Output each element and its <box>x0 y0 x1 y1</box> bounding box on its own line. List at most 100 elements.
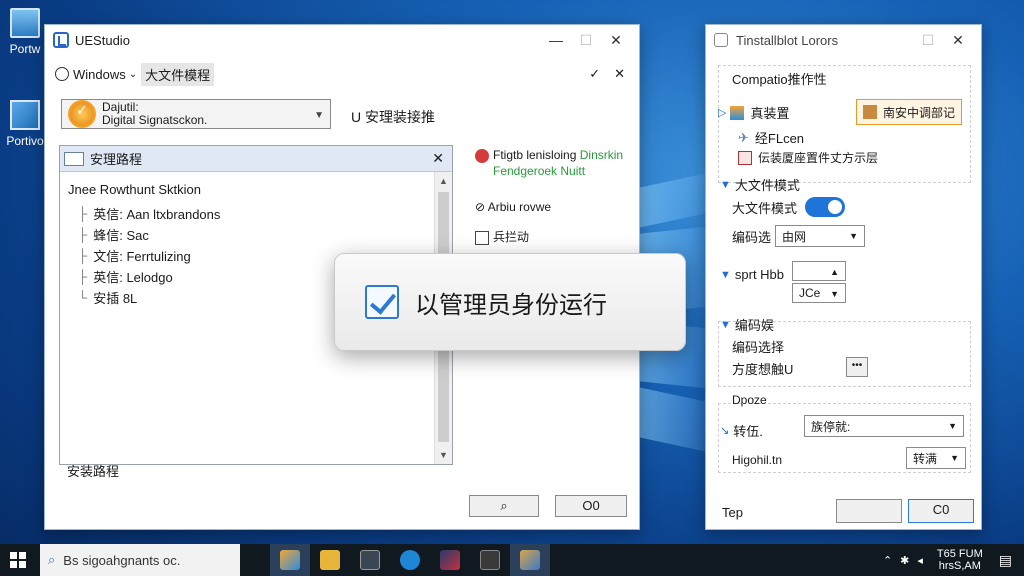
sprt-select-1[interactable]: ▲ <box>792 261 846 281</box>
encoding-select[interactable]: 由网 ▼ <box>775 225 866 247</box>
certificate-badge-icon <box>68 100 96 128</box>
tree-item[interactable]: ├ 蜂信: Sac <box>68 224 426 245</box>
title-bar: UEStudio — ☐ ✕ <box>45 25 639 55</box>
window-title: Tinstallblot Lorors <box>736 32 839 48</box>
sub-toolbar: Windows ⌄ 大文件模程 ✓ ✕ <box>45 59 639 89</box>
panel-close-icon[interactable]: ✕ <box>432 150 444 167</box>
collapse-icon: ▼ <box>720 318 731 331</box>
link-icon: ⊘ <box>475 200 486 214</box>
desktop-icon-this-pc[interactable]: Portw <box>2 8 48 56</box>
checkbox[interactable] <box>475 230 489 245</box>
highch-value: 转满 <box>913 451 938 466</box>
search-button[interactable]: ⌕ <box>469 495 539 517</box>
search-icon: ⌕ <box>48 552 56 567</box>
large-file-label: 大文件模式 <box>732 200 798 216</box>
ok-button-label: O0 <box>582 498 600 513</box>
encoding-option-label: 方度想触U <box>732 362 794 377</box>
windows-dropdown[interactable]: Windows <box>73 67 126 82</box>
film-icon <box>360 550 380 570</box>
desktop-light-beam <box>640 172 710 228</box>
tree-item-label: 英信: Aan ltxbrandons <box>93 207 221 222</box>
transfer-row: ↘ 转伍. <box>720 421 763 440</box>
window-title: UEStudio <box>75 32 130 48</box>
encoding-group-heading: 编码娱 <box>734 318 774 333</box>
taskbar-app-installer[interactable] <box>270 544 310 576</box>
compat-item[interactable]: 伝装厦座置件丈方示层 <box>738 149 878 166</box>
folder-icon <box>64 151 84 166</box>
ok-button[interactable]: C0 <box>908 499 974 523</box>
footer-label: Tep <box>722 505 743 520</box>
close-button[interactable]: ✕ <box>943 32 973 49</box>
dpcze-heading: Dpoze <box>732 393 767 407</box>
orange-button-label: 南安中调部记 <box>882 105 955 120</box>
start-button[interactable] <box>0 544 36 576</box>
desktop-icon-label: Portivo <box>6 134 44 148</box>
highch-select[interactable]: 转满 ▼ <box>906 447 966 469</box>
compat-orange-button[interactable]: 南安中调部记 <box>856 99 962 125</box>
taskbar: ⌕ Bs sigoahgnants oc. ⌃ ✱ ◂ T65 FUM hrsS… <box>0 544 1024 576</box>
settings-app-icon <box>714 33 728 47</box>
taskbar-app-explorer[interactable] <box>310 544 350 576</box>
globe-icon <box>55 67 69 81</box>
tools-icon <box>440 550 460 570</box>
transfer-value: 族停就: <box>811 419 851 434</box>
sprt-select-2[interactable]: JCe ▼ <box>792 283 846 303</box>
chevron-down-icon: ▼ <box>830 289 839 299</box>
taskbar-app-media[interactable] <box>350 544 390 576</box>
mode-chip[interactable]: 大文件模程 <box>141 62 215 86</box>
side-info-status: Dinsrkin <box>579 148 624 162</box>
compat-item[interactable]: ▷ 真装置 <box>718 103 789 122</box>
ok-button[interactable]: O0 <box>555 495 627 517</box>
tree-item[interactable]: ├ 英信: Aan ltxbrandons <box>68 203 426 224</box>
tree-item-label: 安插 8L <box>93 291 138 306</box>
encoding-value: 由网 <box>782 229 807 244</box>
collapse-icon: ▼ <box>720 268 731 281</box>
network-icon[interactable]: ✱ <box>900 554 909 567</box>
store-icon <box>480 550 500 570</box>
scroll-down-icon[interactable]: ▼ <box>439 450 448 460</box>
taskbar-app-edge[interactable] <box>390 544 430 576</box>
compat-item-label: 真装置 <box>750 106 790 121</box>
windows-icon <box>10 100 40 130</box>
sprt-label: sprt Hbb <box>734 267 785 282</box>
taskbar-search[interactable]: ⌕ Bs sigoahgnants oc. <box>40 544 240 576</box>
search-icon: ⌕ <box>500 498 508 513</box>
encoding-option-label: 编码选择 <box>732 340 785 355</box>
notifications-icon[interactable]: ▤ <box>999 552 1012 569</box>
desktop-icon-portable[interactable]: Portivo <box>2 100 48 148</box>
maximize-button[interactable]: ☐ <box>913 32 943 49</box>
volume-icon[interactable]: ◂ <box>917 554 923 567</box>
maximize-button[interactable]: ☐ <box>571 32 601 49</box>
tree-item-label: 文信: Ferrtulizing <box>93 249 191 264</box>
compat-item[interactable]: ✈ 经FLcen <box>738 128 804 147</box>
taskbar-app-store[interactable] <box>470 544 510 576</box>
check-icon[interactable]: ✓ <box>589 66 600 82</box>
certificate-line2: Digital Signatsckon. <box>102 113 208 127</box>
adobe-icon <box>475 148 489 163</box>
chevron-down-icon: ▼ <box>950 453 959 463</box>
minimize-button[interactable]: — <box>541 32 571 48</box>
close-icon[interactable]: ✕ <box>614 66 625 82</box>
taskbar-app-tools[interactable] <box>430 544 470 576</box>
folder-icon <box>320 550 340 570</box>
certificate-dropdown[interactable]: Dajutil: Digital Signatsckon. ▼ <box>61 99 331 129</box>
close-button[interactable]: ✕ <box>601 32 631 49</box>
compat-item-label: 经FLcen <box>754 131 805 146</box>
encoding-row: 编码选 由网 ▼ <box>732 225 866 247</box>
collapse-icon: ▼ <box>720 178 731 191</box>
sprt-select-2-value: JCe <box>799 286 821 300</box>
large-file-toggle[interactable] <box>805 197 846 217</box>
pointer-icon: ↘ <box>720 425 730 437</box>
scroll-up-icon[interactable]: ▲ <box>439 176 448 186</box>
run-as-admin-option[interactable]: 以管理员身份运行 <box>334 253 686 351</box>
cancel-button[interactable] <box>836 499 902 523</box>
panel-header: 安理路程 ✕ <box>60 146 452 172</box>
large-file-section: ▼ 大文件模式 <box>720 175 800 194</box>
chevron-up-icon[interactable]: ⌃ <box>883 554 892 567</box>
checkbox-checked-icon[interactable] <box>365 285 399 319</box>
transfer-select[interactable]: 族停就: ▼ <box>804 415 964 437</box>
expand-icon: ▷ <box>718 107 727 119</box>
taskbar-app-uestudio[interactable] <box>510 544 550 576</box>
more-options-button[interactable]: ••• <box>846 357 868 377</box>
clock[interactable]: T65 FUM hrsS,AM <box>937 548 983 572</box>
